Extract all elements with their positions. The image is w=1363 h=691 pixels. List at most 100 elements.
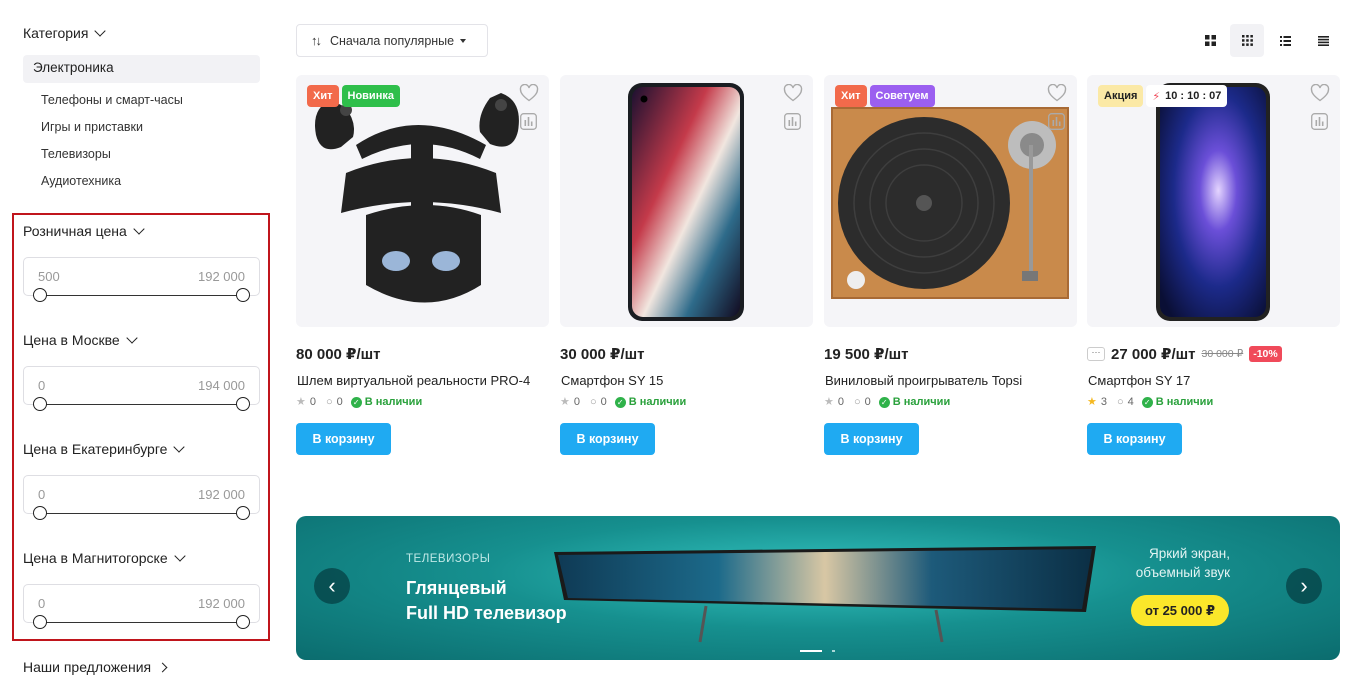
range-max-handle[interactable] [236,506,250,520]
price-range-ekb[interactable]: 0 192 000 [23,475,260,520]
subcategory-audio[interactable]: Аудиотехника [41,174,121,188]
range-max-handle[interactable] [236,397,250,411]
product-image[interactable] [560,75,813,327]
banner-title-line2: Full HD телевизор [406,603,567,623]
range-max-input[interactable]: 192 000 [198,596,245,611]
range-min-handle[interactable] [33,506,47,520]
compare-icon[interactable] [1048,113,1065,130]
price-row: ··· 27 000 ₽/шт 30 000 ₽ -10% [1087,345,1282,363]
add-to-cart-button[interactable]: В корзину [296,423,391,455]
badge-sale: Акция [1098,85,1144,107]
banner-prev-button[interactable]: ‹ [314,568,350,604]
range-min-handle[interactable] [33,288,47,302]
sidebar: Категория Электроника Телефоны и смарт-ч… [0,0,275,691]
reviews-count: 4 [1127,395,1134,408]
product-meta: ★ 0 ○ 0 ✓ В наличии [296,395,422,409]
filter-ekb-price-toggle[interactable]: Цена в Екатеринбурге [23,441,186,457]
chevron-down-icon [94,25,107,37]
range-max-handle[interactable] [236,615,250,629]
product-title[interactable]: Шлем виртуальной реальности PRO-4 [297,373,530,388]
rating-value: 3 [1100,395,1107,408]
range-min-handle[interactable] [33,397,47,411]
product-image[interactable]: Хит Новинка [296,75,549,327]
banner-price-button[interactable]: от 25 000 ₽ [1130,595,1229,626]
stock-status: В наличии [892,395,951,408]
product-image[interactable]: Хит Советуем [824,75,1077,327]
offers-title: Наши предложения [23,659,152,675]
heart-icon[interactable] [1047,84,1067,102]
check-icon: ✓ [614,396,626,408]
lightning-icon: ⚡ [1152,90,1161,103]
comment-icon: ○ [1117,395,1124,408]
category-electronics[interactable]: Электроника [23,55,260,83]
banner-subtitle-line2: объемный звук [1135,565,1230,580]
reviews-count: 0 [600,395,607,408]
price-row: 30 000 ₽/шт [560,345,645,363]
compare-icon[interactable] [520,113,537,130]
price-range-moscow[interactable]: 0 194 000 [23,366,260,411]
subcategory-phones[interactable]: Телефоны и смарт-часы [41,93,183,107]
more-options-button[interactable]: ··· [1087,347,1105,361]
subcategory-games[interactable]: Игры и приставки [41,120,143,134]
heart-icon[interactable] [783,84,803,102]
banner-next-button[interactable]: › [1286,568,1322,604]
add-to-cart-button[interactable]: В корзину [1087,423,1182,455]
range-min-input[interactable]: 0 [38,596,45,611]
view-grid-small-button[interactable] [1230,24,1264,57]
price-range-magnitogorsk[interactable]: 0 192 000 [23,584,260,629]
view-list-button[interactable] [1268,24,1302,57]
offers-link[interactable]: Наши предложения [23,659,168,675]
banner-title-line1: Глянцевый [406,578,507,598]
badges: Хит Советуем [835,85,935,107]
heart-icon[interactable] [1310,84,1330,102]
range-track [40,622,243,623]
range-min-input[interactable]: 500 [38,269,60,284]
product-image[interactable]: Акция ⚡ 10 : 10 : 07 [1087,75,1340,327]
product-card[interactable]: 30 000 ₽/шт Смартфон SY 15 ★ 0 ○ 0 ✓ В нали… [560,75,813,455]
range-max-handle[interactable] [236,288,250,302]
range-max-input[interactable]: 192 000 [198,487,245,502]
star-icon: ★ [296,396,306,408]
product-title[interactable]: Смартфон SY 15 [561,373,663,388]
product-card[interactable]: Хит Новинка 80 000 ₽/шт Шлем виртуальной… [296,75,549,455]
product-meta: ★ 3 ○ 4 ✓ В наличии [1087,395,1213,409]
filter-label: Цена в Москве [23,332,120,348]
grid-large-icon [1204,35,1216,46]
check-icon: ✓ [1141,396,1153,408]
price-range-retail[interactable]: 500 192 000 [23,257,260,302]
compare-icon[interactable] [784,113,801,130]
product-card[interactable]: Хит Советуем 19 500 ₽/шт Виниловый проиг… [824,75,1077,455]
range-min-handle[interactable] [33,615,47,629]
filter-magnitogorsk-price-toggle[interactable]: Цена в Магнитогорске [23,550,186,566]
range-min-input[interactable]: 0 [38,378,45,393]
comment-icon: ○ [590,395,597,408]
heart-icon[interactable] [519,84,539,102]
comment-icon: ○ [854,395,861,408]
compare-icon[interactable] [1311,113,1328,130]
view-table-button[interactable] [1306,24,1340,57]
product-title[interactable]: Смартфон SY 17 [1088,373,1190,388]
check-icon: ✓ [878,396,890,408]
range-max-input[interactable]: 194 000 [198,378,245,393]
add-to-cart-button[interactable]: В корзину [560,423,655,455]
banner-pager[interactable] [800,650,835,652]
filter-moscow-price-toggle[interactable]: Цена в Москве [23,332,138,348]
range-max-input[interactable]: 192 000 [198,269,245,284]
range-track [40,295,243,296]
range-min-input[interactable]: 0 [38,487,45,502]
sort-icon: ↑↓ [311,33,322,48]
product-card[interactable]: Акция ⚡ 10 : 10 : 07 ··· 27 000 ₽/шт 30 … [1087,75,1340,455]
banner-subtitle: Яркий экран, объемный звук [1136,544,1230,582]
star-icon: ★ [824,396,834,408]
subcategory-tvs[interactable]: Телевизоры [41,147,111,161]
product-meta: ★ 0 ○ 0 ✓ В наличии [824,395,951,409]
category-toggle[interactable]: Категория [23,25,107,41]
add-to-cart-button[interactable]: В корзину [824,423,919,455]
promo-banner[interactable]: ‹ › ТЕЛЕВИЗОРЫ Глянцевый Full HD телевиз… [296,516,1340,660]
price: 80 000 ₽/шт [296,346,381,363]
sort-dropdown[interactable]: ↑↓ Сначала популярные [296,24,488,57]
star-icon: ★ [1087,396,1097,408]
product-title[interactable]: Виниловый проигрыватель Topsi [825,373,1022,388]
filter-retail-price-toggle[interactable]: Розничная цена [23,223,145,239]
view-grid-large-button[interactable] [1193,24,1227,57]
